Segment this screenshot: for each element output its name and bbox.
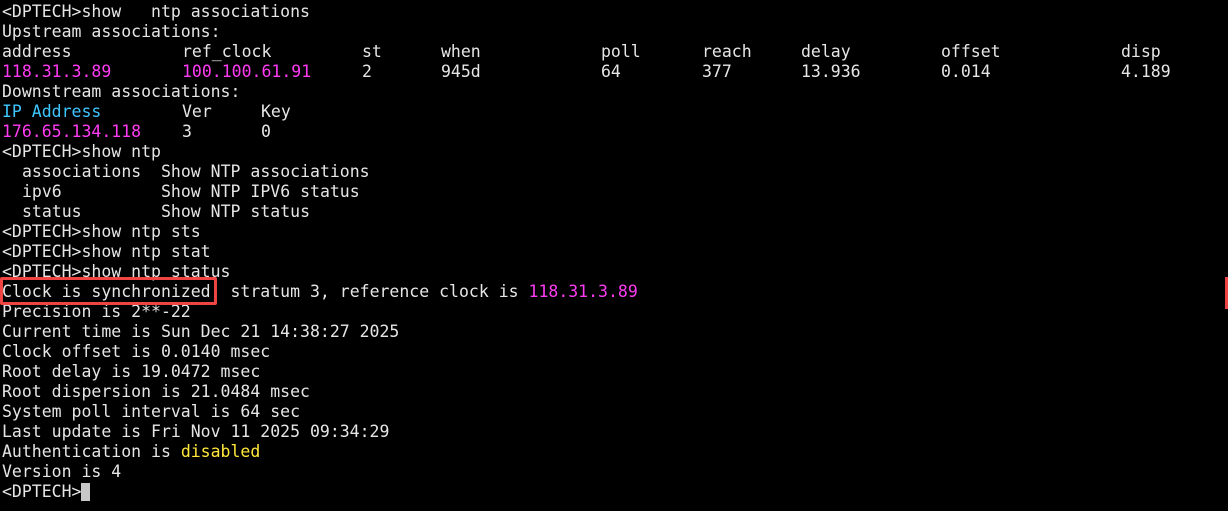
header-st: st (362, 42, 382, 61)
header-poll: poll (601, 42, 641, 61)
command-line: <DPTECH>show ntp (2, 142, 161, 161)
cell-ip-address: 176.65.134.118 (2, 122, 142, 141)
cell-delay: 13.936 (801, 62, 861, 81)
header-offset: offset (941, 42, 1001, 61)
downstream-title: Downstream associations: (2, 82, 241, 101)
header-disp: disp (1121, 42, 1161, 61)
cell-key: 0 (261, 122, 271, 141)
header-address: address (2, 42, 72, 61)
cell-st: 2 (362, 62, 372, 81)
precision-line: Precision is 2**-22 (2, 302, 191, 321)
reference-clock-value: 118.31.3.89 (528, 282, 638, 301)
help-item-name: ipv6 (22, 182, 62, 201)
version-line: Version is 4 (2, 462, 122, 481)
highlight-annotation-box (0, 277, 217, 305)
prompt-text: <DPTECH> (2, 482, 82, 501)
command-line: <DPTECH>show ntp stat (2, 242, 211, 261)
help-item-desc: Show NTP IPV6 status (161, 182, 360, 201)
command-line: <DPTECH>show ntp associations (2, 2, 310, 21)
command-line: <DPTECH>show ntp sts (2, 222, 201, 241)
root-delay-line: Root delay is 19.0472 msec (2, 362, 261, 381)
text-cursor (81, 483, 91, 501)
stratum-text: , stratum 3, reference clock is (210, 282, 529, 301)
cell-offset: 0.014 (941, 62, 991, 81)
clock-offset-line: Clock offset is 0.0140 msec (2, 342, 271, 361)
last-update-line: Last update is Fri Nov 11 2025 09:34:29 (2, 422, 390, 441)
help-item-desc: Show NTP status (161, 202, 311, 221)
header-delay: delay (801, 42, 851, 61)
header-ref-clock: ref_clock (182, 42, 272, 61)
terminal-window[interactable]: <DPTECH>show ntp associations Upstream a… (0, 0, 1228, 511)
header-ip-address: IP Address (2, 102, 102, 121)
auth-label: Authentication is (2, 442, 181, 461)
help-item-name: associations (22, 162, 142, 181)
cell-when: 945d (441, 62, 481, 81)
cell-address: 118.31.3.89 (2, 62, 112, 81)
poll-interval-line: System poll interval is 64 sec (2, 402, 301, 421)
help-item-name: status (22, 202, 82, 221)
help-item-desc: Show NTP associations (161, 162, 370, 181)
help-item: associations Show NTP associations (2, 162, 1228, 182)
downstream-data-row: 176.65.134.118 3 0 (2, 122, 1228, 142)
upstream-header-row: address ref_clock st when poll reach del… (2, 42, 1228, 62)
auth-value: disabled (180, 442, 261, 461)
upstream-data-row: 118.31.3.89 100.100.61.91 2 945d 64 377 … (2, 62, 1228, 82)
cell-poll: 64 (601, 62, 621, 81)
cell-ref-clock: 100.100.61.91 (182, 62, 312, 81)
authentication-line: Authentication is disabled (2, 442, 1228, 462)
cell-reach: 377 (702, 62, 732, 81)
help-item: status Show NTP status (2, 202, 1228, 222)
header-ver: Ver (182, 102, 212, 121)
help-item: ipv6 Show NTP IPV6 status (2, 182, 1228, 202)
header-reach: reach (702, 42, 752, 61)
prompt-line[interactable]: <DPTECH> (2, 482, 1228, 502)
current-time-line: Current time is Sun Dec 21 14:38:27 2025 (2, 322, 400, 341)
cell-disp: 4.189 (1121, 62, 1171, 81)
downstream-header-row: IP Address Ver Key (2, 102, 1228, 122)
header-key: Key (261, 102, 291, 121)
upstream-title: Upstream associations: (2, 22, 221, 41)
cell-ver: 3 (182, 122, 192, 141)
root-dispersion-line: Root dispersion is 21.0484 msec (2, 382, 310, 401)
header-when: when (441, 42, 481, 61)
